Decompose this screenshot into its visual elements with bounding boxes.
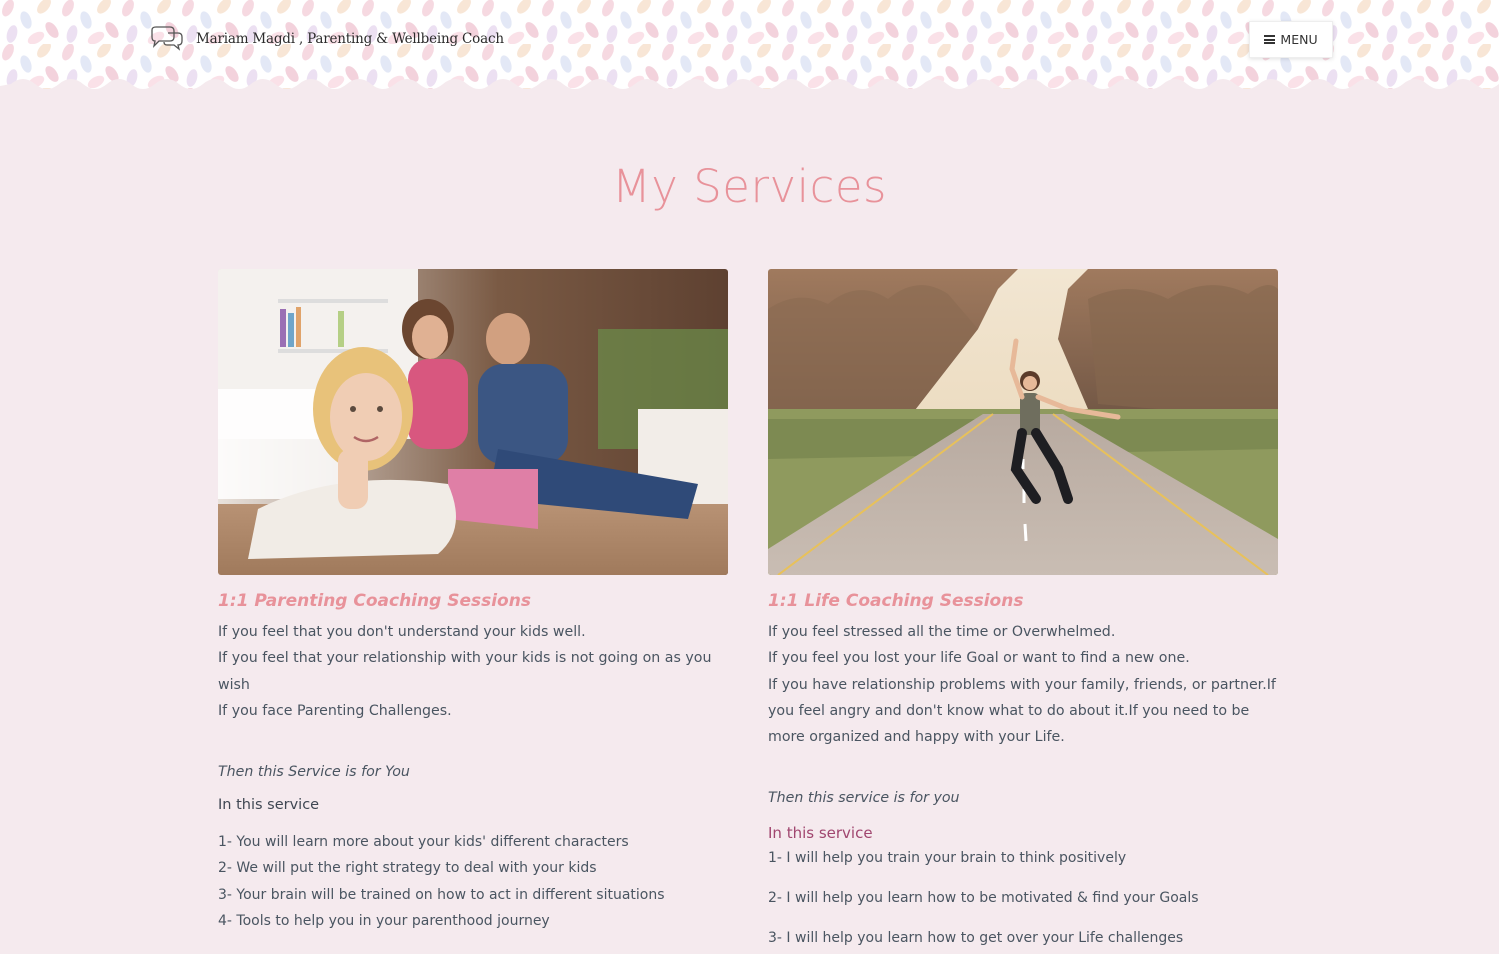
intro-line: If you face Parenting Challenges. (218, 702, 452, 719)
hamburger-icon (1264, 35, 1276, 44)
site-header: Mariam Magdi , Parenting & Wellbeing Coa… (0, 0, 1499, 100)
intro-line: If you feel stressed all the time or Ove… (768, 624, 1116, 640)
list-item: 1- You will learn more about your kids' … (218, 834, 629, 851)
list-item: 2- We will put the right strategy to dea… (218, 860, 597, 877)
in-service-heading: In this service (768, 824, 873, 843)
then-text: Then this service is for you (768, 790, 960, 807)
site-title[interactable]: Mariam Magdi , Parenting & Wellbeing Coa… (196, 31, 504, 47)
jumping-woman-photo (768, 269, 1278, 575)
list-item: 3- Your brain will be trained on how to … (218, 886, 665, 903)
speech-bubbles-icon (151, 26, 183, 51)
card-title: 1:1 Life Coaching Sessions (768, 591, 1024, 611)
intro-line: If you feel that you don't understand yo… (218, 624, 586, 640)
page-title: My Services (611, 160, 888, 213)
list-item: 2- I will help you learn how to be motiv… (768, 890, 1199, 907)
list-item: 4- Tools to help you in your parenthood … (218, 913, 550, 930)
intro-line: If you feel you lost your life Goal or w… (768, 650, 1190, 667)
family-photo (218, 269, 728, 575)
card-intro: If you feel stressed all the time or Ove… (768, 619, 1278, 750)
card-title: 1:1 Parenting Coaching Sessions (218, 591, 531, 611)
service-list: 1- You will learn more about your kids' … (218, 829, 728, 934)
service-list: 1- I will help you train your brain to t… (768, 848, 1278, 948)
menu-label: MENU (1280, 32, 1318, 47)
card-intro: If you feel that you don't understand yo… (218, 619, 728, 724)
menu-button[interactable]: MENU (1249, 21, 1333, 58)
in-service-heading: In this service (218, 797, 320, 814)
intro-line: If you have relationship problems with y… (768, 676, 1276, 746)
then-text: Then this Service is for You (218, 764, 410, 781)
list-item: 1- I will help you train your brain to t… (768, 850, 1127, 867)
list-item: 3- I will help you learn how to get over… (768, 930, 1184, 947)
service-card-parenting: 1:1 Parenting Coaching Sessions If you f… (218, 269, 728, 934)
service-card-life: 1:1 Life Coaching Sessions If you feel s… (768, 269, 1278, 954)
intro-line: If you feel that your relationship with … (218, 650, 712, 693)
brand[interactable]: Mariam Magdi , Parenting & Wellbeing Coa… (148, 26, 504, 52)
